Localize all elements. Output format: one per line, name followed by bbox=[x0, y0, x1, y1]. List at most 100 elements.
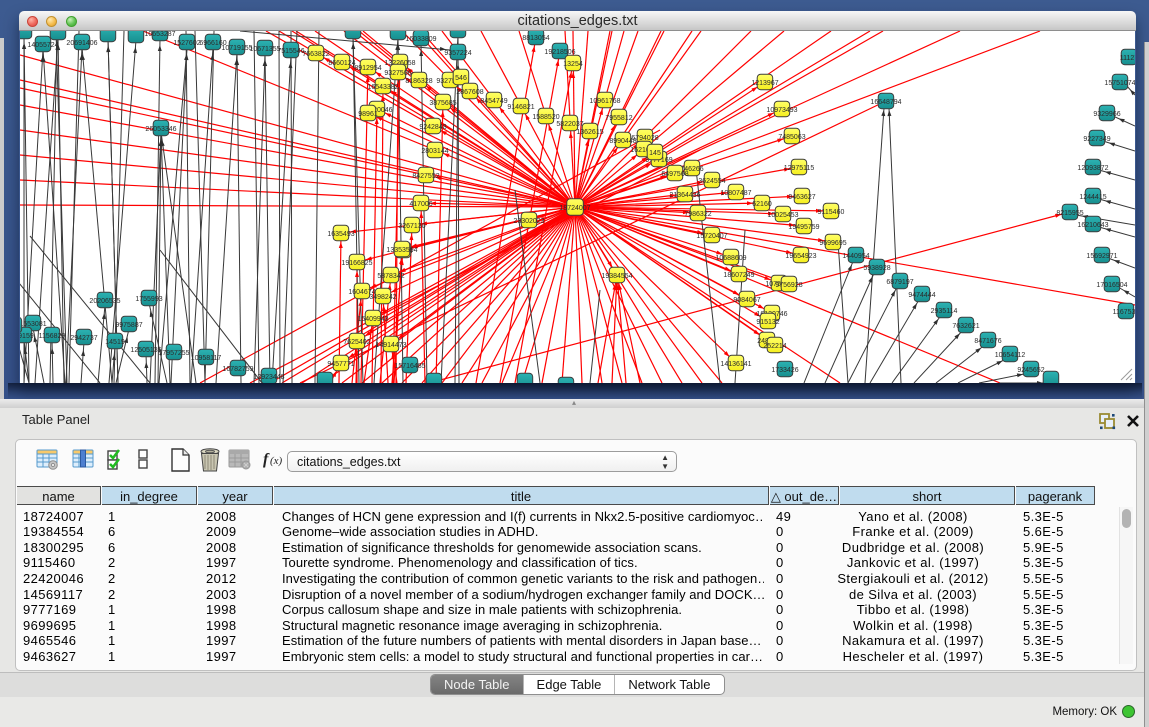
svg-text:20206535: 20206535 bbox=[89, 298, 120, 305]
svg-text:1244415: 1244415 bbox=[1079, 194, 1106, 201]
svg-text:9327506: 9327506 bbox=[384, 70, 411, 77]
svg-text:18607249: 18607249 bbox=[723, 272, 754, 279]
svg-text:7625402: 7625402 bbox=[343, 339, 370, 346]
svg-text:8454749: 8454749 bbox=[480, 98, 507, 105]
svg-text:2867608: 2867608 bbox=[456, 89, 483, 96]
svg-text:9357224: 9357224 bbox=[444, 50, 471, 57]
svg-text:9146821: 9146821 bbox=[507, 104, 534, 111]
svg-text:145: 145 bbox=[649, 150, 661, 157]
svg-text:15692971: 15692971 bbox=[1086, 253, 1117, 260]
svg-text:8912954: 8912954 bbox=[354, 65, 381, 72]
svg-text:1635493: 1635493 bbox=[327, 231, 354, 238]
svg-text:3875685: 3875685 bbox=[429, 100, 456, 107]
svg-text:10958117: 10958117 bbox=[191, 355, 222, 362]
svg-text:23302023: 23302023 bbox=[513, 218, 544, 225]
svg-text:(x): (x) bbox=[270, 455, 283, 467]
svg-text:1167534: 1167534 bbox=[1113, 309, 1135, 316]
svg-text:14914473: 14914473 bbox=[375, 342, 406, 349]
svg-text:39159: 39159 bbox=[20, 333, 34, 340]
svg-text:9463627: 9463627 bbox=[788, 194, 815, 201]
svg-text:9227349: 9227349 bbox=[1083, 136, 1110, 143]
svg-text:14519: 14519 bbox=[105, 339, 125, 346]
svg-text:15751074: 15751074 bbox=[1104, 80, 1135, 87]
svg-text:8186328: 8186328 bbox=[405, 78, 432, 85]
svg-text:98961: 98961 bbox=[358, 111, 378, 118]
svg-text:10653287: 10653287 bbox=[144, 31, 175, 38]
svg-text:15720407: 15720407 bbox=[696, 233, 727, 240]
svg-text:20691406: 20691406 bbox=[66, 40, 97, 47]
svg-text:10671355: 10671355 bbox=[249, 46, 280, 53]
svg-text:1588520: 1588520 bbox=[532, 114, 559, 121]
svg-text:f: f bbox=[263, 451, 270, 468]
svg-text:5938928: 5938928 bbox=[863, 265, 890, 272]
svg-text:7955812: 7955812 bbox=[605, 115, 632, 122]
svg-text:12975115: 12975115 bbox=[784, 165, 815, 172]
svg-text:10973493: 10973493 bbox=[766, 107, 797, 114]
svg-text:6497568: 6497568 bbox=[661, 171, 688, 178]
svg-text:8660124: 8660124 bbox=[328, 60, 355, 67]
svg-text:2942737: 2942737 bbox=[70, 335, 97, 342]
svg-text:546: 546 bbox=[455, 75, 467, 82]
svg-text:417006: 417006 bbox=[409, 201, 432, 208]
svg-text:1527602: 1527602 bbox=[173, 40, 200, 47]
svg-text:62160: 62160 bbox=[752, 201, 772, 208]
svg-text:8215955: 8215955 bbox=[1056, 210, 1083, 217]
svg-text:2803144: 2803144 bbox=[421, 148, 448, 155]
svg-text:3624554: 3624554 bbox=[698, 178, 725, 185]
svg-text:9084067: 9084067 bbox=[733, 297, 760, 304]
svg-text:1440954: 1440954 bbox=[842, 253, 869, 260]
svg-text:12923448: 12923448 bbox=[253, 374, 284, 381]
svg-text:7663822: 7663822 bbox=[302, 51, 329, 58]
svg-text:10654112: 10654112 bbox=[995, 352, 1026, 359]
svg-text:13254: 13254 bbox=[563, 61, 583, 68]
svg-text:11127: 11127 bbox=[1120, 55, 1135, 62]
svg-text:9474444: 9474444 bbox=[908, 292, 935, 299]
svg-text:5822037: 5822037 bbox=[556, 121, 583, 128]
svg-text:9756928: 9756928 bbox=[775, 282, 802, 289]
svg-text:9242848: 9242848 bbox=[419, 124, 446, 131]
svg-text:16648794: 16648794 bbox=[870, 99, 901, 106]
svg-text:9699695: 9699695 bbox=[819, 240, 846, 247]
svg-text:1733426: 1733426 bbox=[771, 367, 798, 374]
svg-text:13353594: 13353594 bbox=[386, 247, 417, 254]
svg-text:19384554: 19384554 bbox=[601, 273, 632, 280]
svg-text:16782759: 16782759 bbox=[222, 366, 253, 373]
svg-text:3267130: 3267130 bbox=[398, 223, 425, 230]
svg-text:21364436: 21364436 bbox=[669, 192, 700, 199]
svg-text:252214: 252214 bbox=[763, 343, 786, 350]
svg-text:1156829: 1156829 bbox=[39, 333, 66, 340]
svg-text:915132: 915132 bbox=[756, 319, 779, 326]
svg-text:1362615: 1362615 bbox=[576, 129, 603, 136]
svg-text:10025453: 10025453 bbox=[767, 212, 798, 219]
svg-text:10807487: 10807487 bbox=[720, 190, 751, 197]
svg-text:9245652: 9245652 bbox=[1017, 367, 1044, 374]
svg-text:9975887: 9975887 bbox=[115, 322, 142, 329]
svg-text:10688609: 10688609 bbox=[715, 255, 746, 262]
svg-text:8813054: 8813054 bbox=[522, 35, 549, 42]
svg-text:19654923: 19654923 bbox=[785, 253, 816, 260]
svg-text:6879197: 6879197 bbox=[886, 279, 913, 286]
svg-text:16543382: 16543382 bbox=[367, 84, 398, 91]
svg-text:7515546: 7515546 bbox=[277, 48, 304, 55]
svg-text:26053346: 26053346 bbox=[145, 126, 176, 133]
svg-text:19166825: 19166825 bbox=[341, 260, 372, 267]
svg-text:14136141: 14136141 bbox=[720, 361, 751, 368]
svg-text:14055724: 14055724 bbox=[27, 42, 58, 49]
svg-text:10961768: 10961768 bbox=[589, 98, 620, 105]
svg-text:7485063: 7485063 bbox=[778, 134, 805, 141]
svg-text:17016504: 17016504 bbox=[1096, 282, 1127, 289]
svg-text:1755993: 1755993 bbox=[135, 296, 162, 303]
svg-text:8427552: 8427552 bbox=[412, 173, 439, 180]
svg-text:15409948: 15409948 bbox=[357, 316, 388, 323]
svg-text:12093872: 12093872 bbox=[1077, 165, 1108, 172]
svg-text:17957255: 17957255 bbox=[158, 350, 189, 357]
svg-text:5878342: 5878342 bbox=[377, 273, 404, 280]
svg-text:16210643: 16210643 bbox=[1077, 222, 1108, 229]
svg-text:12505135: 12505135 bbox=[130, 347, 161, 354]
svg-text:10719155: 10719155 bbox=[221, 45, 252, 52]
svg-text:7986322: 7986322 bbox=[684, 211, 711, 218]
svg-text:1213967: 1213967 bbox=[751, 80, 778, 87]
svg-text:7632621: 7632621 bbox=[952, 323, 979, 330]
svg-text:19495759: 19495759 bbox=[788, 224, 819, 231]
svg-text:3498242: 3498242 bbox=[369, 294, 396, 301]
